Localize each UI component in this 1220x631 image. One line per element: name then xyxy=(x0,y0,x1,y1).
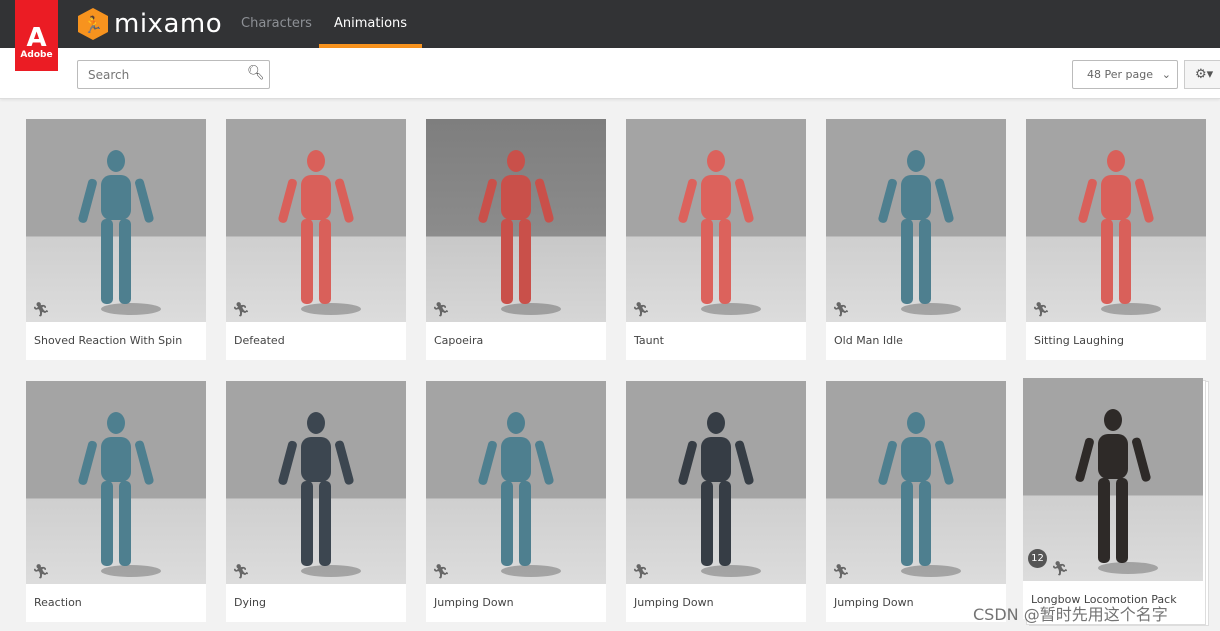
animation-card[interactable]: 🏃︎ Jumping Down xyxy=(626,381,806,622)
animation-thumbnail[interactable]: 🏃︎ xyxy=(826,381,1006,584)
animation-thumbnail[interactable]: 🏃︎ xyxy=(226,119,406,322)
animation-card[interactable]: 🏃︎ Reaction xyxy=(26,381,206,622)
animation-thumbnail[interactable]: 🏃︎ xyxy=(626,381,806,584)
search-icon[interactable]: 🔍︎ xyxy=(247,65,265,81)
character-figure xyxy=(78,150,161,315)
animation-running-icon: 🏃︎ xyxy=(432,564,450,580)
brand-name: mixamo xyxy=(114,9,223,39)
animation-card[interactable]: 🏃︎ Jumping Down xyxy=(826,381,1006,622)
adobe-label: Adobe xyxy=(20,50,53,60)
animation-card[interactable]: 🏃︎ Taunt xyxy=(626,119,806,360)
animation-name: Jumping Down xyxy=(434,596,514,609)
animation-card[interactable]: 🏃︎ Defeated xyxy=(226,119,406,360)
character-figure xyxy=(478,150,561,315)
animation-thumbnail[interactable]: 🏃︎ xyxy=(26,119,206,322)
animation-name: Sitting Laughing xyxy=(1034,334,1124,347)
animation-running-icon: 🏃︎ xyxy=(432,302,450,318)
animation-name: Defeated xyxy=(234,334,285,347)
gear-icon: ⚙▾ xyxy=(1195,67,1214,82)
character-figure xyxy=(678,150,761,315)
pack-count-badge: 12 xyxy=(1028,549,1047,568)
watermark: CSDN @暂时先用这个名字 xyxy=(973,605,1168,624)
animation-thumbnail[interactable]: 🏃︎ xyxy=(426,119,606,322)
animation-card[interactable]: 🏃︎ Capoeira xyxy=(426,119,606,360)
animation-running-icon: 🏃︎ xyxy=(832,302,850,318)
animation-name: Jumping Down xyxy=(634,596,714,609)
animation-thumbnail[interactable]: 🏃︎ xyxy=(226,381,406,584)
animation-running-icon: 🏃︎ xyxy=(232,564,250,580)
character-figure xyxy=(1075,409,1158,574)
character-figure xyxy=(478,412,561,577)
character-figure xyxy=(878,412,961,577)
animation-thumbnail[interactable]: 🏃︎ xyxy=(626,119,806,322)
animation-running-icon: 🏃︎ xyxy=(32,302,50,318)
character-figure xyxy=(78,412,161,577)
animation-name: Old Man Idle xyxy=(834,334,903,347)
adobe-icon: A xyxy=(26,23,47,53)
animation-running-icon: 🏃︎ xyxy=(632,564,650,580)
character-figure xyxy=(678,412,761,577)
animation-running-icon: 🏃︎ xyxy=(32,564,50,580)
character-figure xyxy=(878,150,961,315)
animation-running-icon: 🏃︎ xyxy=(232,302,250,318)
animation-thumbnail[interactable]: 12 🏃︎ xyxy=(1023,378,1203,581)
search-input[interactable] xyxy=(77,60,270,89)
animation-name: Shoved Reaction With Spin xyxy=(34,334,183,347)
mixamo-logo[interactable]: 🏃 mixamo xyxy=(78,8,222,40)
animation-thumbnail[interactable]: 🏃︎ xyxy=(26,381,206,584)
animation-card[interactable]: 🏃︎ Shoved Reaction With Spin xyxy=(26,119,206,360)
animation-name: Capoeira xyxy=(434,334,484,347)
animation-running-icon: 🏃︎ xyxy=(1032,302,1050,318)
animation-running-icon: 🏃︎ xyxy=(1051,561,1069,577)
animation-thumbnail[interactable]: 🏃︎ xyxy=(426,381,606,584)
mixamo-runner-icon: 🏃 xyxy=(78,8,108,40)
tab-characters[interactable]: Characters xyxy=(226,0,327,48)
animation-thumbnail[interactable]: 🏃︎ xyxy=(826,119,1006,322)
animation-thumbnail[interactable]: 🏃︎ xyxy=(1026,119,1206,322)
animation-card[interactable]: 12 🏃︎ Longbow Locomotion Pack xyxy=(1023,378,1203,619)
adobe-logo[interactable]: A Adobe xyxy=(15,0,58,71)
animation-card[interactable]: 🏃︎ Old Man Idle xyxy=(826,119,1006,360)
animation-card[interactable]: 🏃︎ Dying xyxy=(226,381,406,622)
character-figure xyxy=(1078,150,1161,315)
character-figure xyxy=(278,412,361,577)
character-figure xyxy=(278,150,361,315)
animation-name: Dying xyxy=(234,596,266,609)
animation-name: Reaction xyxy=(34,596,82,609)
settings-button[interactable]: ⚙▾ xyxy=(1184,60,1220,89)
per-page-select[interactable]: 48 Per page ⌄ xyxy=(1072,60,1178,89)
animation-running-icon: 🏃︎ xyxy=(632,302,650,318)
per-page-value: 48 Per page xyxy=(1087,68,1153,81)
toolbar: 🔍︎ 48 Per page ⌄ ⚙▾ xyxy=(0,48,1220,99)
tab-animations[interactable]: Animations xyxy=(319,0,423,48)
animation-running-icon: 🏃︎ xyxy=(832,564,850,580)
animation-card[interactable]: 🏃︎ Jumping Down xyxy=(426,381,606,622)
animation-card[interactable]: 🏃︎ Sitting Laughing xyxy=(1026,119,1206,360)
animation-name: Taunt xyxy=(634,334,664,347)
chevron-down-icon: ⌄ xyxy=(1161,68,1171,81)
